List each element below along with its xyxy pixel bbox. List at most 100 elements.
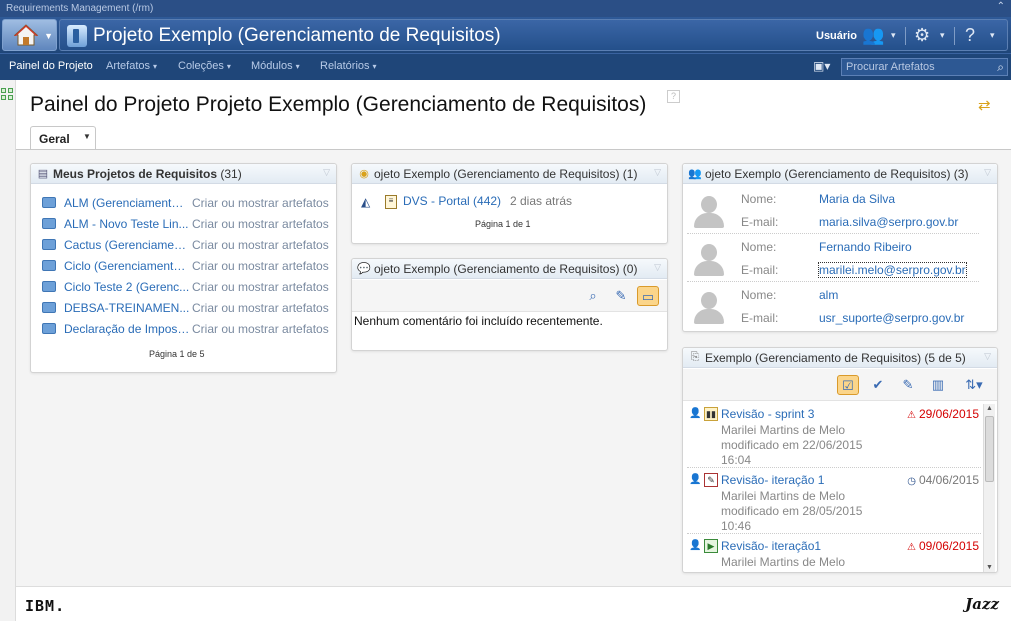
project-action-link[interactable]: Criar ou mostrar artefatos xyxy=(192,322,329,336)
comment-all-icon[interactable]: ▭ xyxy=(637,286,659,306)
nav-relatorios[interactable]: Relatórios ▾ xyxy=(320,60,377,72)
project-link[interactable]: ALM - Novo Teste Lin... xyxy=(64,217,190,231)
review-date: ◷ 04/06/2015 xyxy=(907,473,979,487)
pager[interactable]: Página 1 de 5 xyxy=(149,349,205,359)
user-label[interactable]: Usuário xyxy=(816,30,857,42)
project-action-link[interactable]: Criar ou mostrar artefatos xyxy=(192,196,329,210)
project-link[interactable]: Cactus (Gerenciamen... xyxy=(64,238,190,252)
project-link[interactable]: Ciclo Teste 2 (Gerenc... xyxy=(64,280,190,294)
tab-geral[interactable]: Geral ▼ xyxy=(30,126,96,150)
widget-menu-chevron-icon[interactable]: ▽ xyxy=(654,262,661,273)
widget-menu-chevron-icon[interactable]: ▽ xyxy=(984,167,991,178)
jazz-logo: Jazz xyxy=(965,595,999,613)
page-help-icon[interactable]: ? xyxy=(667,90,680,103)
folder-icon xyxy=(42,323,56,334)
reviews-icon: ⎘ xyxy=(690,351,700,363)
search-input[interactable] xyxy=(842,59,987,75)
comment-search-icon[interactable]: ⌕ xyxy=(582,286,604,306)
email-label: E-mail: xyxy=(741,215,779,229)
project-action-link[interactable]: Criar ou mostrar artefatos xyxy=(192,217,329,231)
title-bar: ▼ Projeto Exemplo (Gerenciamento de Requ… xyxy=(0,17,1011,53)
search-scope-icon[interactable]: ▣▾ xyxy=(813,59,830,73)
widget-header: ▤ Meus Projetos de Requisitos (31) ▽ xyxy=(31,164,336,184)
help-chevron-icon[interactable]: ▾ xyxy=(990,30,995,41)
review-title-link[interactable]: Revisão- iteração 1 xyxy=(721,473,824,487)
nav-colecoes[interactable]: Coleções ▾ xyxy=(178,60,231,72)
list-item: Ciclo (Gerenciamento... Criar ou mostrar… xyxy=(42,257,332,275)
review-meta: Marilei Martins de Melo modificado em 28… xyxy=(721,489,901,534)
project-action-link[interactable]: Criar ou mostrar artefatos xyxy=(192,280,329,294)
nav-relatorios-label: Relatórios xyxy=(320,60,370,72)
header-divider xyxy=(954,27,955,45)
users-icon[interactable]: 👥 xyxy=(862,25,884,46)
review-checklist-icon[interactable]: ☑ xyxy=(837,375,859,395)
users-chevron-icon[interactable]: ▾ xyxy=(891,30,896,41)
gear-chevron-icon[interactable]: ▾ xyxy=(940,30,945,41)
folder-icon xyxy=(42,302,56,313)
home-menu-chevron-icon[interactable]: ▼ xyxy=(44,31,53,41)
review-author: Marilei Martins de Melo xyxy=(721,423,846,437)
review-modified: modificado em 28/05/2015 xyxy=(721,504,863,518)
gear-icon[interactable]: ⚙ xyxy=(914,25,930,46)
home-button[interactable]: ▼ xyxy=(2,19,57,51)
nav-artefatos[interactable]: Artefatos ▾ xyxy=(106,60,157,72)
pager[interactable]: Página 1 de 1 xyxy=(475,219,531,229)
project-link[interactable]: DEBSA-TREINAMEN... xyxy=(64,301,190,315)
document-icon: ≡ xyxy=(385,195,397,209)
project-action-link[interactable]: Criar ou mostrar artefatos xyxy=(192,238,329,252)
nav-modulos-label: Módulos xyxy=(251,60,293,72)
folder-icon xyxy=(42,281,56,292)
my-projects-widget: ▤ Meus Projetos de Requisitos (31) ▽ ALM… xyxy=(30,163,337,373)
review-report-icon[interactable]: ▥ xyxy=(927,375,949,395)
list-item: Declaração de Impost... Criar ou mostrar… xyxy=(42,320,332,338)
review-sort-icon[interactable]: ⇅▾ xyxy=(959,375,989,395)
review-date: ⚠ 09/06/2015 xyxy=(907,539,979,553)
avatar xyxy=(691,242,727,278)
scrollbar-thumb[interactable] xyxy=(985,416,994,482)
my-projects-title: Meus Projetos de Requisitos xyxy=(53,167,218,181)
reviews-scrollbar[interactable]: ▲ ▼ xyxy=(983,404,995,572)
comments-toolbar: ⌕ ✎ ▭ xyxy=(352,280,667,312)
artifact-link[interactable]: DVS - Portal (442) xyxy=(403,194,501,208)
member-name-link[interactable]: Maria da Silva xyxy=(819,192,895,206)
tab-menu-chevron-icon[interactable]: ▼ xyxy=(83,132,91,141)
widget-header: 💬 ojeto Exemplo (Gerenciamento de Requis… xyxy=(352,259,667,279)
widget-menu-chevron-icon[interactable]: ▽ xyxy=(654,167,661,178)
review-type-icon: ✎ xyxy=(704,473,718,487)
name-label: Nome: xyxy=(741,288,777,302)
nav-painel-do-projeto[interactable]: Painel do Projeto xyxy=(9,60,93,72)
collapse-header-icon[interactable]: ⌃ xyxy=(997,1,1005,12)
nav-bar: Painel do Projeto Artefatos ▾ Coleções ▾ M… xyxy=(0,53,1011,80)
review-edit-icon[interactable]: ✎ xyxy=(897,375,919,395)
member-name-link[interactable]: Fernando Ribeiro xyxy=(819,240,912,254)
member-card: Nome: Maria da Silva E-mail: maria.silva… xyxy=(687,186,979,234)
help-icon[interactable]: ? xyxy=(965,25,975,46)
dashboard-grid-icon[interactable] xyxy=(1,88,14,101)
scroll-down-icon[interactable]: ▼ xyxy=(986,564,993,571)
project-action-link[interactable]: Criar ou mostrar artefatos xyxy=(192,259,329,273)
home-icon xyxy=(13,24,39,46)
nav-modulos[interactable]: Módulos ▾ xyxy=(251,60,300,72)
nav-artefatos-label: Artefatos xyxy=(106,60,151,72)
refresh-icon[interactable]: ⇄ xyxy=(978,96,991,114)
project-link[interactable]: Declaração de Impost... xyxy=(64,322,190,336)
review-approve-icon[interactable]: ✔ xyxy=(867,375,889,395)
member-name-link[interactable]: alm xyxy=(819,288,838,302)
widget-menu-chevron-icon[interactable]: ▽ xyxy=(984,351,991,362)
project-link[interactable]: Ciclo (Gerenciamento... xyxy=(64,259,190,273)
member-email-link[interactable]: maria.silva@serpro.gov.br xyxy=(819,215,958,229)
user-icon: 👤 xyxy=(689,408,702,419)
search-icon[interactable]: ⌕ xyxy=(997,60,1004,75)
project-link[interactable]: ALM (Gerenciamento ... xyxy=(64,196,190,210)
project-action-link[interactable]: Criar ou mostrar artefatos xyxy=(192,301,329,315)
member-card: Nome: Fernando Ribeiro E-mail: marilei.m… xyxy=(687,234,979,282)
review-title-link[interactable]: Revisão- iteração1 xyxy=(721,539,821,553)
review-title-link[interactable]: Revisão - sprint 3 xyxy=(721,407,814,421)
member-email-link[interactable]: usr_suporte@serpro.gov.br xyxy=(819,311,964,325)
comment-filter-icon[interactable]: ✎ xyxy=(610,286,632,306)
review-item: 👤 ✎ Revisão- iteração 1 ◷ 04/06/2015 Mari… xyxy=(687,470,981,534)
scroll-up-icon[interactable]: ▲ xyxy=(986,405,993,412)
widget-menu-chevron-icon[interactable]: ▽ xyxy=(323,167,330,178)
member-email-link[interactable]: marilei.melo@serpro.gov.br xyxy=(818,262,967,278)
reviews-title: Exemplo (Gerenciamento de Requisitos) (5… xyxy=(705,351,966,365)
